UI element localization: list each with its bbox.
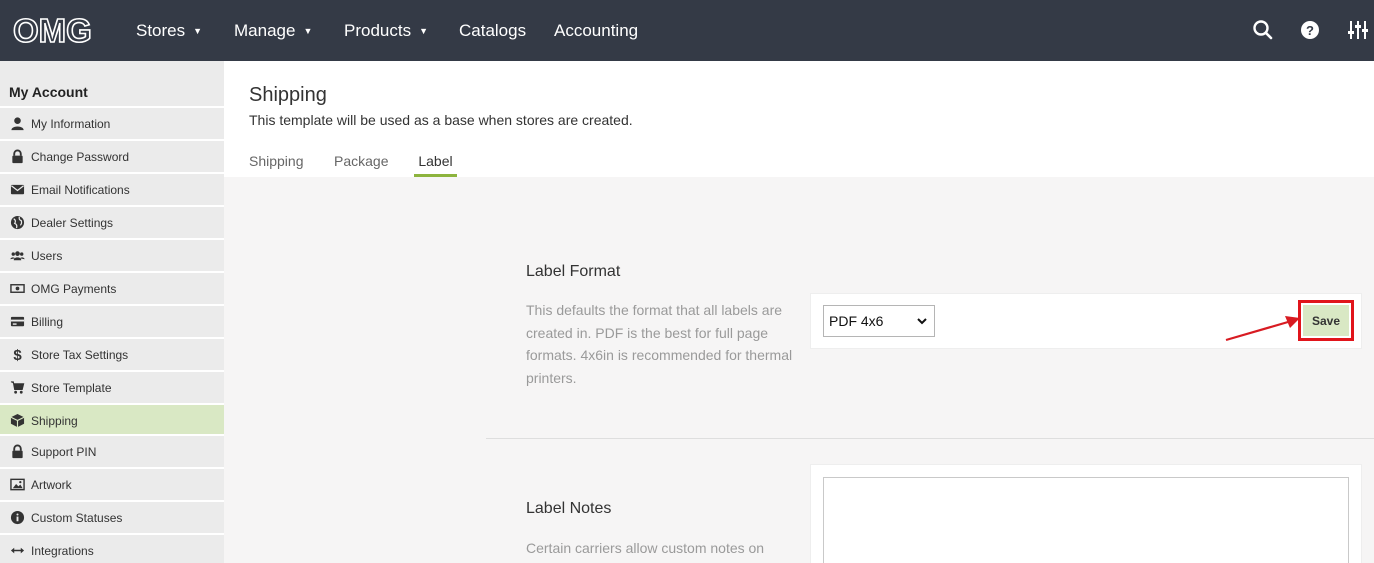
tab-label[interactable]: Label: [414, 153, 457, 177]
info-icon: [9, 510, 25, 526]
search-icon[interactable]: [1252, 19, 1274, 41]
sidebar-item-dealer-settings[interactable]: Dealer Settings: [0, 205, 224, 238]
section-divider: [486, 438, 1374, 439]
svg-text:?: ?: [1306, 23, 1314, 38]
sidebar-item-shipping[interactable]: Shipping: [0, 403, 224, 436]
credit-card-icon: [9, 314, 25, 330]
image-icon: [9, 477, 25, 493]
help-icon[interactable]: ?: [1299, 19, 1321, 41]
sidebar-item-users[interactable]: Users: [0, 238, 224, 271]
sidebar-item-store-template[interactable]: Store Template: [0, 370, 224, 403]
sidebar: My Account My Information Change Passwor…: [0, 61, 224, 563]
omg-logo[interactable]: OMG: [12, 11, 105, 50]
nav-manage[interactable]: Manage ▼: [234, 0, 312, 61]
lock-icon: [9, 149, 25, 165]
sidebar-item-change-password[interactable]: Change Password: [0, 139, 224, 172]
box-icon: [9, 413, 25, 429]
label-format-select[interactable]: PDF 4x6: [823, 305, 935, 337]
nav-catalogs[interactable]: Catalogs: [459, 0, 526, 61]
caret-down-icon: ▼: [193, 25, 203, 36]
sidebar-item-artwork[interactable]: Artwork: [0, 467, 224, 500]
nav-stores[interactable]: Stores ▼: [136, 0, 202, 61]
sidebar-item-support-pin[interactable]: Support PIN: [0, 434, 224, 467]
annotation-arrow-icon: [1225, 316, 1300, 342]
money-icon: [9, 281, 25, 297]
label-notes-title: Label Notes: [526, 500, 612, 517]
arrows-horizontal-icon: [9, 543, 25, 559]
globe-icon: [9, 215, 25, 231]
label-format-description: This defaults the format that all labels…: [526, 302, 793, 386]
svg-text:$: $: [13, 347, 22, 362]
sidebar-item-omg-payments[interactable]: OMG Payments: [0, 271, 224, 304]
caret-down-icon: ▼: [303, 25, 313, 36]
user-icon: [9, 116, 25, 132]
sidebar-item-store-tax-settings[interactable]: $ Store Tax Settings: [0, 337, 224, 370]
lock-icon: [9, 444, 25, 460]
tab-shipping[interactable]: Shipping: [249, 153, 304, 177]
sidebar-heading: My Account: [9, 84, 88, 100]
caret-down-icon: ▼: [419, 25, 429, 36]
nav-accounting[interactable]: Accounting: [554, 0, 638, 61]
top-nav: OMG Stores ▼ Manage ▼ Products ▼ Catalogs A…: [0, 0, 1374, 61]
nav-products[interactable]: Products ▼: [344, 0, 428, 61]
sidebar-item-custom-statuses[interactable]: Custom Statuses: [0, 500, 224, 533]
cart-icon: [9, 380, 25, 396]
users-icon: [9, 248, 25, 264]
settings-sliders-icon[interactable]: [1347, 19, 1369, 41]
label-format-selected-value: PDF 4x6: [829, 313, 884, 329]
sidebar-item-email-notifications[interactable]: Email Notifications: [0, 172, 224, 205]
save-button[interactable]: Save: [1303, 305, 1349, 336]
page-subtitle: This template will be used as a base whe…: [249, 112, 633, 128]
sidebar-item-integrations[interactable]: Integrations: [0, 533, 224, 563]
chevron-down-icon: [917, 318, 927, 325]
page-title: Shipping: [249, 84, 327, 106]
sidebar-item-my-information[interactable]: My Information: [0, 106, 224, 139]
envelope-icon: [9, 182, 25, 198]
dollar-icon: $: [9, 347, 25, 363]
svg-text:OMG: OMG: [13, 13, 92, 47]
label-notes-description: Certain carriers allow custom notes on: [526, 540, 765, 556]
label-notes-textarea[interactable]: [823, 477, 1349, 563]
sidebar-item-billing[interactable]: Billing: [0, 304, 224, 337]
label-format-title: Label Format: [526, 263, 621, 280]
tab-package[interactable]: Package: [334, 153, 388, 177]
